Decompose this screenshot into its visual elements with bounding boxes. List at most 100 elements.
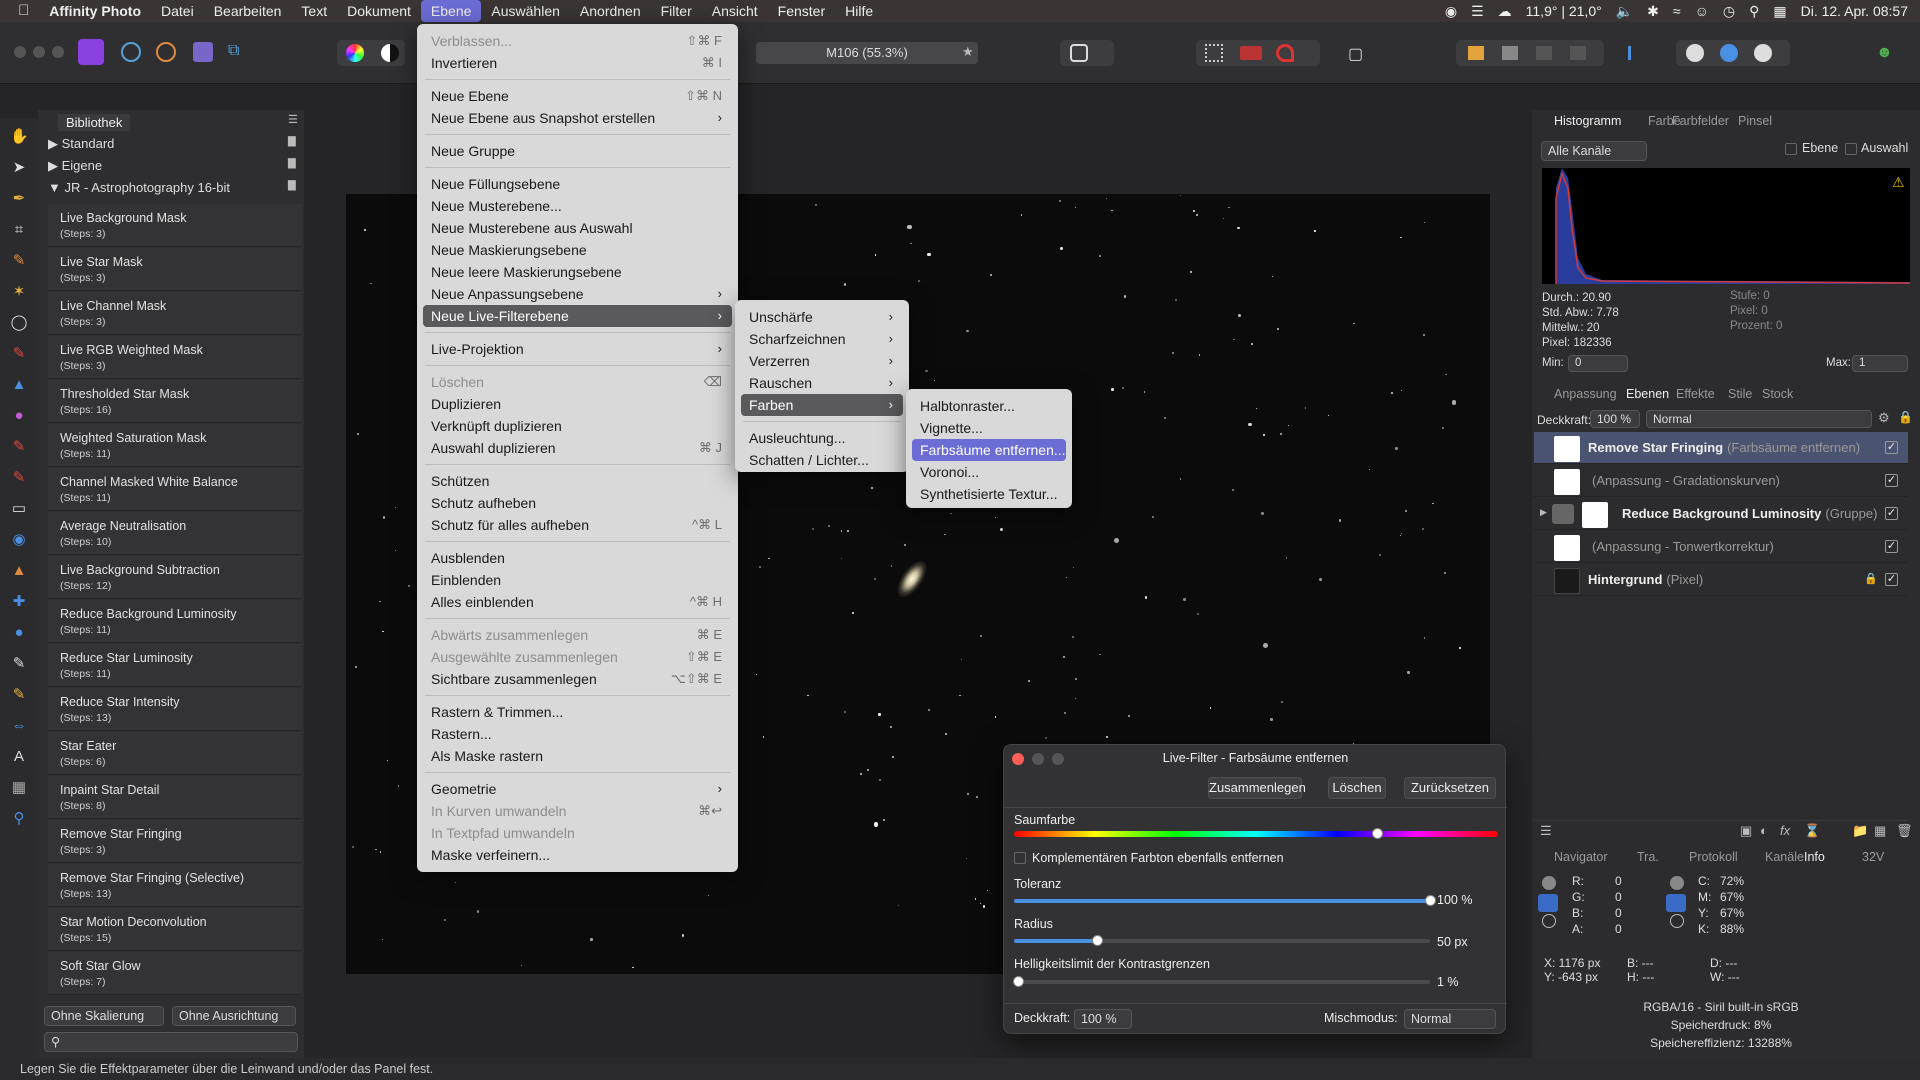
- menu-item[interactable]: Ausblenden: [423, 547, 732, 569]
- histogram-panel-tab[interactable]: Histogramm: [1554, 114, 1621, 128]
- max-field[interactable]: 1: [1852, 355, 1908, 372]
- status-icon[interactable]: ◉: [1445, 3, 1457, 20]
- info-panel-tab[interactable]: Info: [1804, 850, 1825, 864]
- menu-item[interactable]: Löschen ⌫: [423, 371, 732, 393]
- menu-item[interactable]: Neue Maskierungsebene: [423, 239, 732, 261]
- tolerance-slider-knob[interactable]: [1425, 895, 1436, 906]
- radius-value[interactable]: 50 px: [1437, 935, 1493, 949]
- weather-text[interactable]: 11,9° | 21,0°: [1526, 3, 1602, 19]
- brush-icon[interactable]: ✎: [10, 438, 28, 456]
- brightness-slider-knob[interactable]: [1013, 976, 1025, 987]
- menu-item[interactable]: Rastern & Trimmen...: [423, 701, 732, 723]
- clock-icon[interactable]: ◷: [1723, 3, 1735, 20]
- menu-item[interactable]: Voronoi...: [912, 461, 1066, 483]
- menu-item[interactable]: Invertieren ⌘ I: [423, 52, 732, 74]
- search-icon[interactable]: ⚲: [1749, 3, 1759, 20]
- library-item[interactable]: Inpaint Star Detail (Steps: 8): [48, 776, 302, 819]
- datetime[interactable]: Di. 12. Apr. 08:57: [1801, 3, 1908, 19]
- pen-tool-icon[interactable]: ✒: [10, 190, 28, 208]
- menu-item[interactable]: Abwärts zusammenlegen ⌘ E: [423, 624, 732, 646]
- snapping-icon[interactable]: [1276, 44, 1294, 62]
- menu-item[interactable]: Neue Musterebene aus Auswahl: [423, 217, 732, 239]
- layer-opacity-select[interactable]: 100 %: [1590, 410, 1640, 428]
- layers-panel-tab[interactable]: Stile: [1728, 387, 1752, 401]
- scaling-select[interactable]: Ohne Skalierung: [44, 1006, 164, 1026]
- warning-icon[interactable]: ⚠: [1892, 174, 1905, 191]
- weather-icon[interactable]: ☁: [1498, 3, 1512, 20]
- menu-item[interactable]: Als Maske rastern: [423, 745, 732, 767]
- grid-icon[interactable]: [1205, 44, 1223, 62]
- target-icon[interactable]: [1542, 914, 1556, 928]
- volume-icon[interactable]: 🔈: [1616, 3, 1633, 20]
- menu-item[interactable]: Vignette...: [912, 417, 1066, 439]
- add-layer-icon[interactable]: ▦: [1874, 823, 1886, 839]
- hand-icon[interactable]: ✋: [10, 128, 29, 146]
- menu-dokument[interactable]: Dokument: [337, 0, 421, 22]
- brightness-value[interactable]: 1 %: [1437, 975, 1493, 989]
- library-item[interactable]: Average Neutralisation (Steps: 10): [48, 512, 302, 555]
- menu-fenster[interactable]: Fenster: [768, 0, 835, 22]
- delete-button[interactable]: Löschen: [1328, 777, 1386, 799]
- menu-item[interactable]: Neue Anpassungsebene ›: [423, 283, 732, 305]
- star-icon[interactable]: ★: [962, 44, 974, 60]
- library-item[interactable]: Weighted Saturation Mask (Steps: 11): [48, 424, 302, 467]
- library-item[interactable]: Channel Masked White Balance (Steps: 11): [48, 468, 302, 511]
- visibility-checkbox[interactable]: ✓: [1885, 507, 1898, 520]
- menu-item[interactable]: Ausgewählte zusammenlegen ⇧⌘ E: [423, 646, 732, 668]
- layer-blend-select[interactable]: Normal: [1646, 410, 1872, 428]
- library-item[interactable]: Live Background Subtraction (Steps: 12): [48, 556, 302, 599]
- menu-item[interactable]: Farbsäume entfernen...: [912, 439, 1066, 461]
- menu-app[interactable]: Affinity Photo: [39, 0, 151, 22]
- boolean-add-icon[interactable]: [1686, 44, 1704, 62]
- library-item[interactable]: Reduce Background Luminosity (Steps: 11): [48, 600, 302, 643]
- menu-ansicht[interactable]: Ansicht: [702, 0, 768, 22]
- menu-item[interactable]: Duplizieren: [423, 393, 732, 415]
- library-item[interactable]: Live Star Mask (Steps: 3): [48, 248, 302, 291]
- hue-slider-knob[interactable]: [1372, 828, 1383, 839]
- library-search-input[interactable]: ⚲: [44, 1032, 298, 1052]
- fx-icon[interactable]: fx: [1780, 823, 1790, 838]
- zoom-icon[interactable]: ⚲: [10, 810, 28, 828]
- wifi-icon[interactable]: ≈: [1673, 3, 1681, 19]
- menu-item[interactable]: Schützen: [423, 470, 732, 492]
- menu-item[interactable]: Neue Live-Filterebene ›: [423, 305, 732, 327]
- expand-triangle-icon[interactable]: ▶: [1540, 507, 1547, 518]
- mask-layer-icon[interactable]: ▣: [1740, 823, 1752, 839]
- apple-icon[interactable]: : [0, 0, 39, 22]
- trash-icon[interactable]: 🗑: [1896, 823, 1913, 839]
- grid-tool-icon[interactable]: ▦: [10, 779, 28, 797]
- visibility-checkbox[interactable]: ✓: [1885, 441, 1898, 454]
- photo-persona-icon[interactable]: [78, 39, 104, 65]
- info-panel-tab[interactable]: 32V: [1862, 850, 1884, 864]
- group-folder-icon[interactable]: 📁: [1852, 823, 1868, 839]
- color-wheel-icon[interactable]: [346, 44, 364, 62]
- move-icon[interactable]: ➤: [10, 159, 28, 177]
- boolean-subtract-icon[interactable]: [1720, 44, 1738, 62]
- library-group-eigene[interactable]: ▶ Eigene: [48, 158, 298, 174]
- menu-item[interactable]: Rastern...: [423, 723, 732, 745]
- mask-mode-icon[interactable]: [1070, 44, 1088, 62]
- mesh-warp-icon[interactable]: ⇔: [10, 717, 28, 735]
- align-icon[interactable]: [1628, 46, 1646, 60]
- library-group-standard[interactable]: ▶ Standard: [48, 136, 298, 152]
- menu-item[interactable]: Farben ›: [741, 394, 903, 416]
- menu-item[interactable]: Schutz aufheben: [423, 492, 732, 514]
- menu-anordnen[interactable]: Anordnen: [570, 0, 651, 22]
- boolean-intersect-icon[interactable]: [1754, 44, 1772, 62]
- develop-persona-icon[interactable]: [156, 42, 176, 62]
- bars-icon[interactable]: ☰: [1471, 3, 1484, 20]
- menu-item[interactable]: Auswahl duplizieren ⌘ J: [423, 437, 732, 459]
- menu-item[interactable]: Neue Gruppe: [423, 140, 732, 162]
- flood-select-icon[interactable]: ✶: [10, 283, 28, 301]
- window-minimize-button[interactable]: [33, 46, 45, 58]
- info-panel-tab[interactable]: Protokoll: [1689, 850, 1738, 864]
- arrange-top-icon[interactable]: [1570, 46, 1586, 60]
- menu-datei[interactable]: Datei: [151, 0, 204, 22]
- control-center-icon[interactable]: ▦: [1773, 3, 1786, 20]
- layers-panel-tab[interactable]: Ebenen: [1626, 387, 1669, 401]
- menu-item[interactable]: In Kurven umwandeln ⌘↩: [423, 800, 732, 822]
- tonemap-persona-icon[interactable]: [193, 42, 213, 62]
- layer-row[interactable]: Remove Star Fringing (Farbsäume entfernen…: [1534, 432, 1908, 464]
- layers-panel-tab[interactable]: Effekte: [1676, 387, 1715, 401]
- selection-brush-icon[interactable]: ✎: [10, 252, 28, 270]
